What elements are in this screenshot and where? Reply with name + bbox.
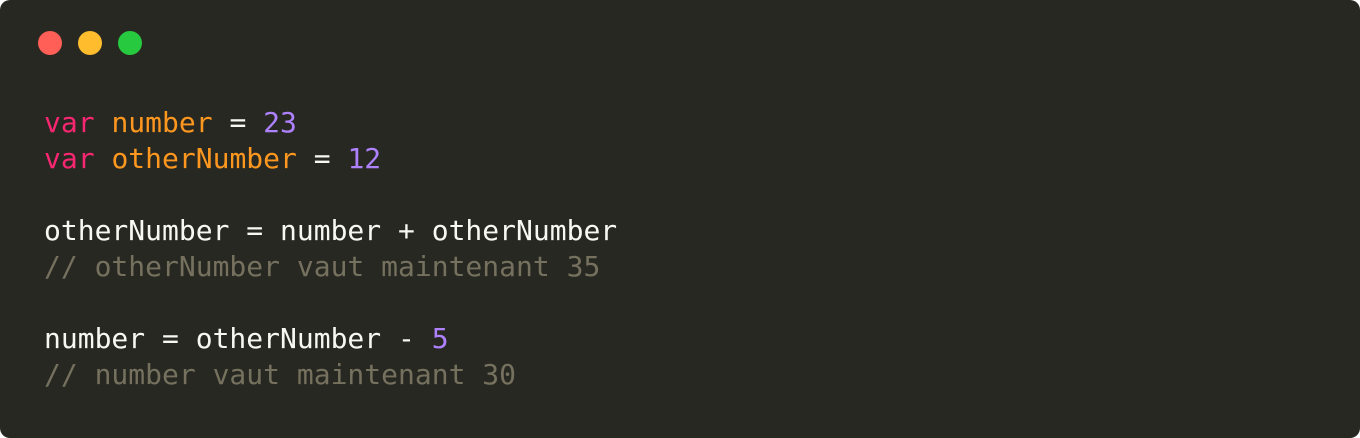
code-line: var number = 23: [44, 105, 617, 141]
code-token-number: 12: [347, 142, 382, 175]
code-window: var number = 23var otherNumber = 12​othe…: [0, 0, 1360, 438]
maximize-button[interactable]: [118, 31, 142, 55]
code-line: var otherNumber = 12: [44, 141, 617, 177]
window-controls: [38, 31, 142, 55]
code-token-comment: // number vaut maintenant 30: [44, 358, 517, 391]
code-line: // otherNumber vaut maintenant 35: [44, 249, 617, 285]
code-line: number = otherNumber - 5: [44, 321, 617, 357]
code-token-keyword: var: [44, 106, 95, 139]
code-token-ident-var: otherNumber: [111, 142, 297, 175]
code-token-ident-var: number: [111, 106, 213, 139]
code-line: ​: [44, 285, 617, 321]
code-line: // number vaut maintenant 30: [44, 357, 617, 393]
code-token-comment: // otherNumber vaut maintenant 35: [44, 250, 601, 283]
code-block: var number = 23var otherNumber = 12​othe…: [44, 105, 617, 393]
code-token-plain: otherNumber = number + otherNumber: [44, 214, 618, 247]
code-token-plain: =: [296, 142, 348, 175]
close-button[interactable]: [38, 31, 62, 55]
code-line: otherNumber = number + otherNumber: [44, 213, 617, 249]
code-line: ​: [44, 177, 617, 213]
code-token-number: 5: [431, 322, 449, 355]
code-token-plain: =: [212, 106, 264, 139]
code-token-keyword: var: [44, 142, 95, 175]
code-token-number: 23: [263, 106, 297, 139]
minimize-button[interactable]: [78, 31, 102, 55]
code-token-plain: number = otherNumber -: [44, 322, 432, 355]
